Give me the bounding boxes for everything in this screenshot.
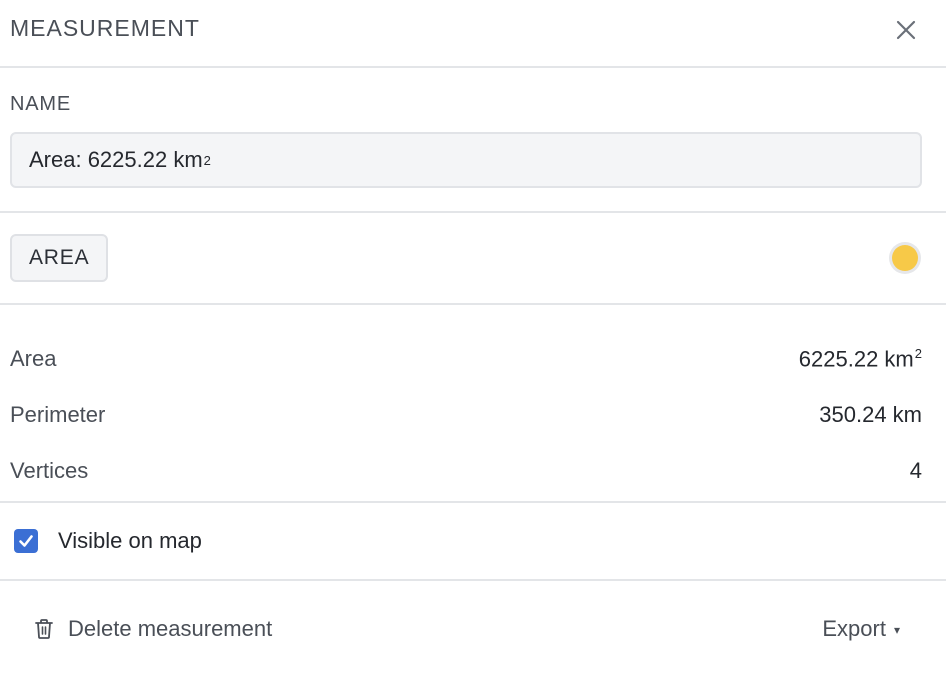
stat-value-area-text: 6225.22 km xyxy=(798,346,914,372)
stat-value-area-superscript: 2 xyxy=(914,345,922,361)
panel-footer: Delete measurement Export ▾ xyxy=(0,581,946,676)
export-label: Export xyxy=(822,615,886,641)
name-label: NAME xyxy=(10,93,71,115)
export-dropdown-button[interactable]: Export ▾ xyxy=(822,616,900,642)
stats-section: Area 6225.22 km2 Perimeter 350.24 km Ver… xyxy=(0,305,946,503)
type-section: AREA xyxy=(0,213,946,305)
stat-value-vertices: 4 xyxy=(909,458,922,483)
delete-measurement-button[interactable]: Delete measurement xyxy=(34,616,272,642)
stat-value-area: 6225.22 km2 xyxy=(799,346,922,372)
panel-title: MEASUREMENT xyxy=(10,14,200,41)
close-button[interactable] xyxy=(894,18,918,42)
name-section: NAME Area: 6225.22 km 2 xyxy=(0,68,946,213)
stat-row-perimeter: Perimeter 350.24 km xyxy=(10,387,922,443)
checkmark-icon xyxy=(19,535,33,547)
stat-label-vertices: Vertices xyxy=(10,458,89,483)
type-badge: AREA xyxy=(10,234,109,282)
color-swatch[interactable] xyxy=(892,245,918,271)
close-icon xyxy=(896,20,916,40)
name-input[interactable]: Area: 6225.22 km 2 xyxy=(10,132,922,188)
trash-icon xyxy=(35,618,53,639)
visible-on-map-checkbox[interactable] xyxy=(14,529,38,553)
panel-header: MEASUREMENT xyxy=(0,0,946,68)
stat-value-perimeter: 350.24 km xyxy=(819,402,922,427)
stat-row-area: Area 6225.22 km2 xyxy=(10,331,922,387)
delete-measurement-label: Delete measurement xyxy=(68,615,273,641)
measurement-panel: MEASUREMENT NAME Area: 6225.22 km 2 AREA … xyxy=(0,0,946,678)
visibility-section: Visible on map xyxy=(0,503,946,581)
caret-down-icon: ▾ xyxy=(893,622,900,637)
name-input-superscript: 2 xyxy=(203,152,211,168)
visible-on-map-label: Visible on map xyxy=(58,528,202,553)
stat-row-vertices: Vertices 4 xyxy=(10,443,922,499)
name-input-value: Area: 6225.22 km xyxy=(29,147,203,172)
stat-label-perimeter: Perimeter xyxy=(10,402,106,427)
stat-label-area: Area xyxy=(10,346,57,371)
